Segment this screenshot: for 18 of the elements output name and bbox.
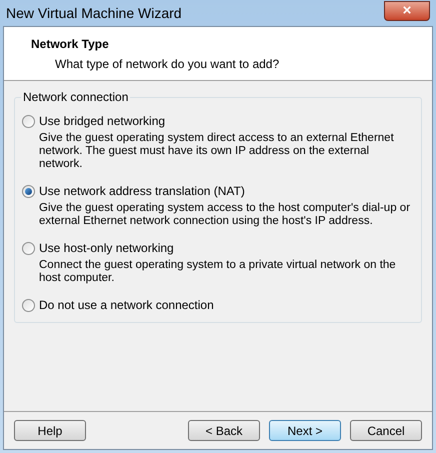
option-description: Give the guest operating system access to the host computer's dial-up or external Ethernet network connection using the host's IP address.	[38, 202, 412, 228]
radio-option[interactable]: Use host-only networking	[22, 239, 174, 257]
radio-button[interactable]	[22, 242, 35, 254]
option-description: Connect the guest operating system to a private virtual network on the host computer.	[38, 259, 397, 285]
page-subtitle: What type of network do you want to add?	[54, 56, 280, 73]
wizard-button[interactable]: Help	[14, 420, 86, 441]
wizard-button[interactable]: Next >	[269, 420, 341, 441]
radio-button[interactable]	[22, 114, 35, 128]
radio-button[interactable]	[22, 298, 35, 312]
wizard-button[interactable]: < Back	[188, 420, 260, 441]
radio-option[interactable]: Use network address translation (NAT)	[22, 182, 245, 200]
option-description: Give the guest operating system direct access to an external Ethernet network. The guest must have its own IP address on the external network.	[38, 132, 395, 171]
page-title: Network Type	[31, 36, 110, 53]
window-title: New Virtual Machine Wizard	[6, 4, 183, 22]
wizard-button[interactable]: Cancel	[350, 420, 422, 441]
radio-option[interactable]: Use bridged networking	[22, 112, 166, 130]
radio-option[interactable]: Do not use a network connection	[22, 296, 214, 314]
radio-button[interactable]	[22, 184, 35, 198]
